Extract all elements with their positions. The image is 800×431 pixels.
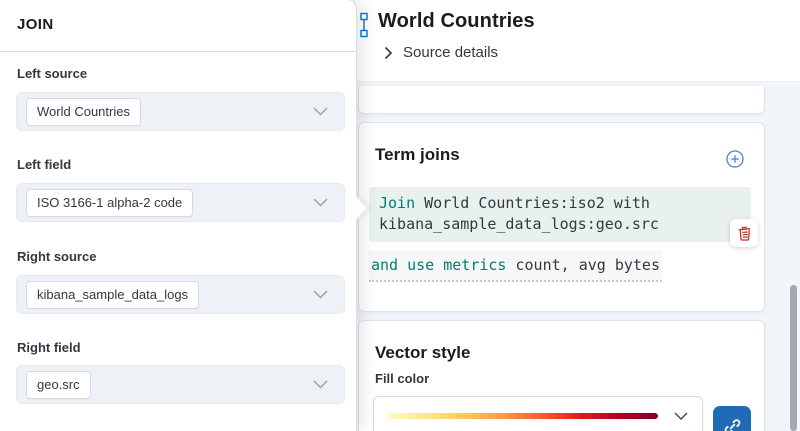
delete-join-button[interactable]	[730, 219, 758, 247]
join-left-right: World Countries:iso2 with	[424, 194, 650, 212]
term-joins-card: Term joins Join World Countries:iso2 wit…	[358, 122, 765, 312]
right-source-value[interactable]: kibana_sample_data_logs	[26, 281, 199, 309]
vector-style-title: Vector style	[375, 343, 470, 363]
join-popover-title: JOIN	[17, 16, 54, 33]
plus-in-circle-icon	[726, 150, 744, 168]
left-field-label: Left field	[17, 157, 71, 172]
link-icon	[724, 418, 741, 431]
join-keyword: Join	[379, 194, 415, 212]
term-joins-title: Term joins	[375, 145, 460, 165]
chevron-down-icon	[674, 412, 688, 420]
popover-divider	[0, 51, 357, 52]
chevron-down-icon	[313, 107, 328, 116]
chevron-down-icon	[313, 380, 328, 389]
left-source-value[interactable]: World Countries	[26, 98, 141, 126]
right-field-select[interactable]: geo.src	[16, 365, 345, 404]
metrics-expression[interactable]: and use metrics count, avg bytes	[369, 251, 662, 282]
vertical-scrollbar[interactable]	[790, 285, 797, 431]
right-source-label: Right source	[17, 249, 96, 264]
join-expression-line1: Join World Countries:iso2 with	[379, 193, 741, 214]
fill-color-select[interactable]	[373, 396, 703, 431]
scrolled-card-bottom	[358, 86, 765, 114]
left-source-label: Left source	[17, 66, 87, 81]
join-expression[interactable]: Join World Countries:iso2 with kibana_sa…	[369, 187, 751, 242]
left-source-select[interactable]: World Countries	[16, 92, 345, 131]
vector-layer-icon	[358, 12, 371, 43]
source-details-label: Source details	[403, 44, 498, 61]
fill-color-label: Fill color	[375, 371, 429, 386]
left-field-value[interactable]: ISO 3166-1 alpha-2 code	[26, 189, 193, 217]
join-popover: JOIN Left source World Countries Left fi…	[0, 0, 357, 431]
right-field-value[interactable]: geo.src	[26, 371, 91, 399]
trash-icon	[736, 225, 753, 242]
metrics-keyword: and use metrics	[371, 256, 506, 274]
left-field-select[interactable]: ISO 3166-1 alpha-2 code	[16, 183, 345, 222]
right-field-label: Right field	[17, 340, 81, 355]
layer-title: World Countries	[378, 10, 535, 33]
chevron-down-icon	[313, 198, 328, 207]
chevron-right-icon	[384, 46, 393, 60]
vector-style-card: Vector style Fill color	[358, 320, 765, 431]
color-ramp-swatch	[386, 413, 658, 419]
layer-panel-header: World Countries Source details	[356, 0, 800, 82]
join-expression-line2: kibana_sample_data_logs:geo.src	[379, 214, 741, 235]
dynamic-style-link-button[interactable]	[713, 406, 751, 431]
metrics-value: count, avg bytes	[516, 256, 661, 274]
right-source-select[interactable]: kibana_sample_data_logs	[16, 275, 345, 314]
source-details-toggle[interactable]: Source details	[384, 44, 498, 61]
chevron-down-icon	[313, 290, 328, 299]
add-join-button[interactable]	[726, 150, 744, 168]
